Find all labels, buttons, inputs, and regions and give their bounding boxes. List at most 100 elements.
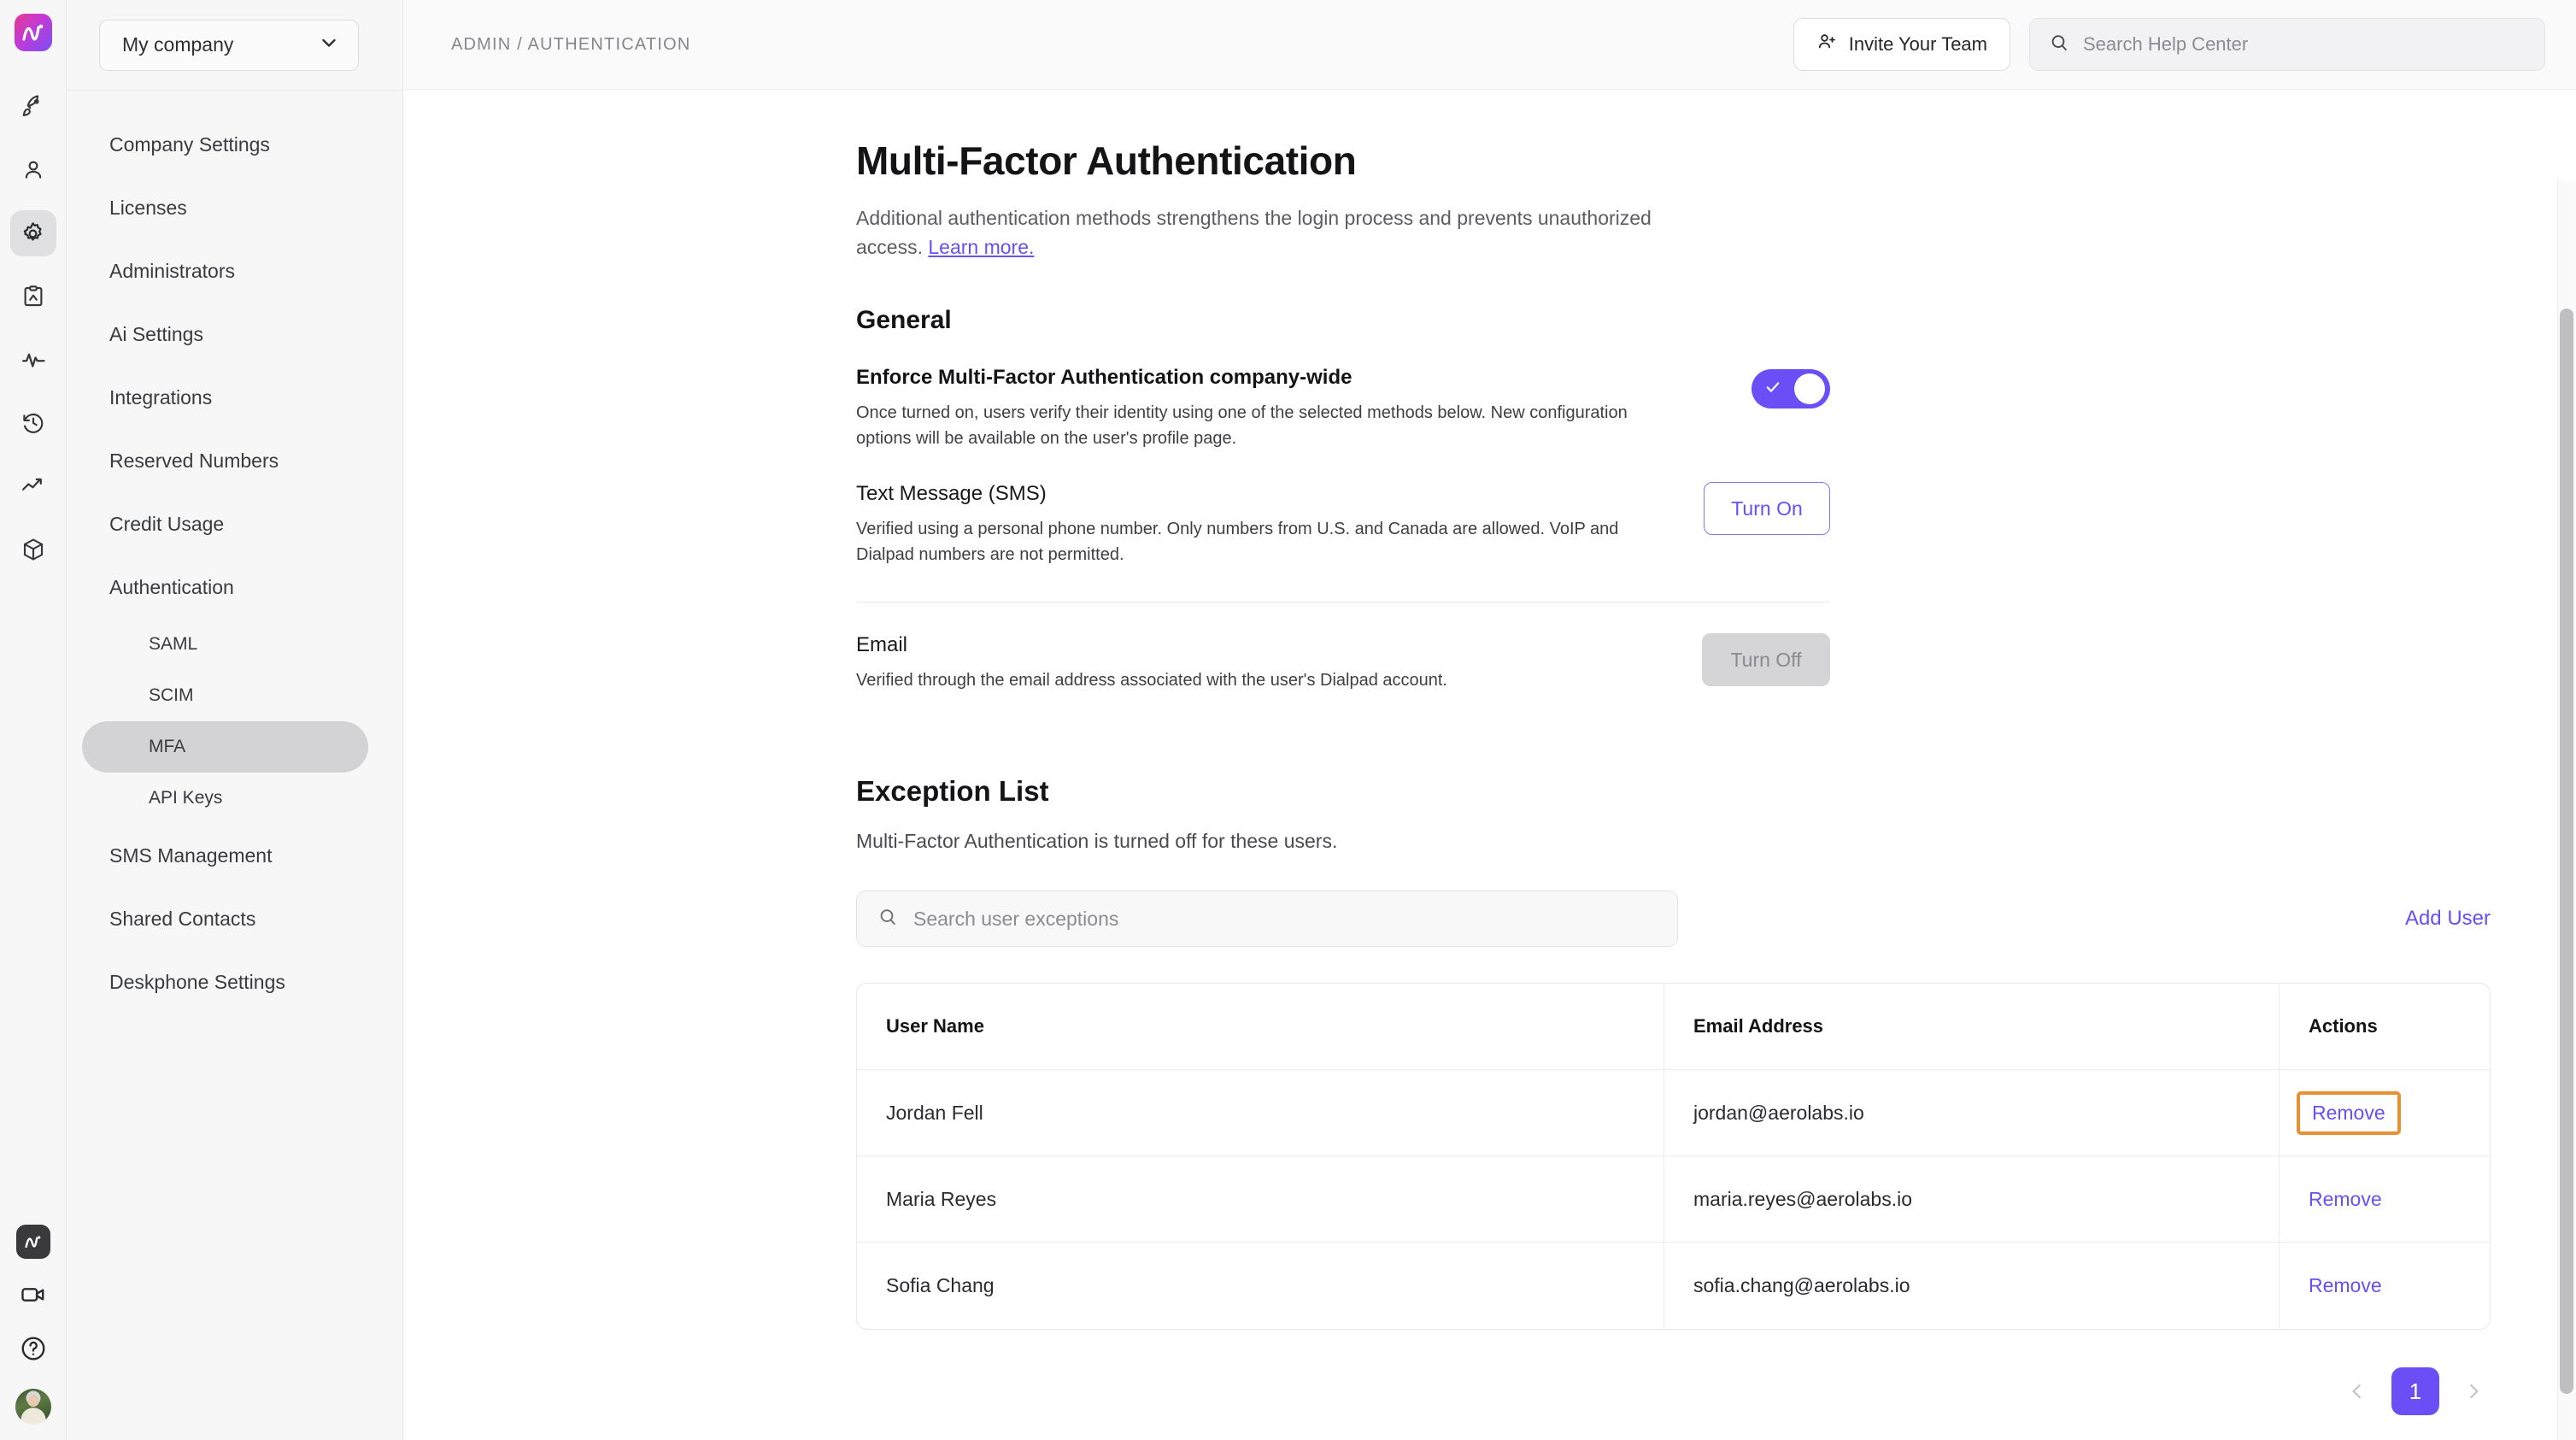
top-bar: ADMIN / AUTHENTICATION Invite Your Team … — [403, 0, 2576, 90]
email-method-label: Email — [856, 633, 908, 657]
rail-bottom-group — [0, 1225, 67, 1425]
history-clock-icon[interactable] — [10, 400, 56, 446]
sidebar-item-label: SAML — [149, 634, 198, 654]
gear-settings-icon[interactable] — [9, 210, 56, 256]
remove-button-wrapper: Remove — [2309, 1274, 2382, 1297]
exception-list-description: Multi-Factor Authentication is turned of… — [856, 830, 1338, 853]
cell-actions: Remove — [2280, 1070, 2490, 1156]
exception-list-header: Exception List Multi-Factor Authenticati… — [856, 775, 2491, 853]
user-name-text: Jordan Fell — [886, 1101, 983, 1124]
table-row: Jordan Fell jordan@aerolabs.io Remove — [857, 1069, 2490, 1157]
user-exception-search-placeholder: Search user exceptions — [913, 907, 1119, 930]
cell-email-address: maria.reyes@aerolabs.io — [1664, 1155, 2280, 1243]
sidebar-item-saml[interactable]: SAML — [67, 619, 402, 670]
remove-button[interactable]: Remove — [2309, 1274, 2382, 1296]
sidebar-item-shared-contacts[interactable]: Shared Contacts — [67, 887, 402, 950]
vertical-scrollbar[interactable] — [2557, 180, 2576, 1440]
person-plus-icon — [1816, 32, 1837, 57]
remove-button-wrapper: Remove — [2309, 1188, 2382, 1211]
clipboard-icon[interactable] — [10, 273, 56, 320]
user-name-text: Maria Reyes — [886, 1187, 997, 1210]
email-method-description: Verified through the email address assoc… — [856, 671, 1447, 691]
app-root: My company Company Settings Licenses Admin… — [0, 0, 2576, 1440]
sidebar-item-label: Shared Contacts — [109, 907, 256, 930]
column-header-actions: Actions — [2309, 1015, 2378, 1037]
sidebar-item-administrators[interactable]: Administrators — [67, 239, 402, 303]
remove-button-highlighted: Remove — [2297, 1090, 2401, 1135]
settings-sidebar: My company Company Settings Licenses Admin… — [67, 0, 403, 1440]
remove-button[interactable]: Remove — [2309, 1188, 2382, 1210]
sidebar-item-label: Deskphone Settings — [109, 970, 285, 993]
page-title: Multi-Factor Authentication — [856, 138, 1357, 183]
sidebar-item-label: MFA — [149, 737, 186, 756]
video-camera-icon[interactable] — [20, 1281, 47, 1313]
exception-list-controls: Search user exceptions Add User — [856, 890, 2491, 948]
box-package-icon[interactable] — [10, 526, 56, 573]
trending-line-icon[interactable] — [10, 463, 56, 509]
cell-actions: Remove — [2280, 1243, 2490, 1329]
sidebar-item-label: API Keys — [149, 788, 223, 808]
sidebar-item-scim[interactable]: SCIM — [67, 670, 402, 721]
company-selector[interactable]: My company — [99, 19, 359, 71]
sidebar-item-sms-management[interactable]: SMS Management — [67, 824, 402, 887]
column-header-email-address: Email Address — [1693, 1015, 1824, 1037]
user-name-text: Sofia Chang — [886, 1274, 995, 1297]
cell-user-name: Maria Reyes — [857, 1155, 1664, 1243]
content-scroll-area: Multi-Factor Authentication Additional a… — [403, 90, 2576, 1440]
contacts-person-icon[interactable] — [10, 147, 56, 193]
sidebar-item-authentication[interactable]: Authentication — [67, 555, 402, 619]
enforce-mfa-toggle[interactable] — [1752, 369, 1830, 409]
check-icon — [1764, 379, 1781, 400]
sidebar-item-label: Administrators — [109, 259, 235, 282]
user-exception-search-input[interactable]: Search user exceptions — [856, 890, 1678, 948]
sidebar-item-reserved-numbers[interactable]: Reserved Numbers — [67, 429, 402, 492]
sidebar-item-ai-settings[interactable]: Ai Settings — [67, 303, 402, 366]
email-address-text: maria.reyes@aerolabs.io — [1693, 1187, 1913, 1210]
cell-user-name: Jordan Fell — [857, 1069, 1664, 1156]
activity-pulse-icon[interactable] — [10, 337, 56, 383]
chevron-left-icon[interactable] — [2340, 1374, 2374, 1408]
sidebar-item-credit-usage[interactable]: Credit Usage — [67, 492, 402, 555]
sidebar-item-label: Reserved Numbers — [109, 449, 279, 472]
chevron-right-icon[interactable] — [2456, 1374, 2491, 1408]
scrollbar-thumb[interactable] — [2560, 309, 2573, 1394]
page-number-1[interactable]: 1 — [2391, 1367, 2439, 1416]
invite-your-team-label: Invite Your Team — [1848, 33, 1987, 55]
topbar-actions: Invite Your Team Search Help Center — [1793, 18, 2545, 71]
table-header-row: User Name Email Address Actions — [857, 984, 2490, 1071]
remove-button[interactable]: Remove — [2312, 1102, 2385, 1124]
sidebar-item-mfa[interactable]: MFA — [82, 721, 368, 773]
sidebar-item-label: Credit Usage — [109, 512, 225, 535]
sms-turn-on-button[interactable]: Turn On — [1704, 482, 1830, 536]
exception-list-title: Exception List — [856, 775, 1049, 808]
sidebar-nav-list: Company Settings Licenses Administrators Ai… — [67, 91, 402, 1014]
help-center-search-placeholder: Search Help Center — [2083, 33, 2249, 55]
sms-method-label: Text Message (SMS) — [856, 482, 1047, 506]
page-content: Multi-Factor Authentication Additional a… — [403, 90, 2576, 1440]
rocket-icon[interactable] — [10, 84, 56, 130]
cell-actions: Remove — [2280, 1156, 2490, 1243]
sidebar-item-deskphone-settings[interactable]: Deskphone Settings — [67, 950, 402, 1014]
add-user-button[interactable]: Add User — [2405, 907, 2491, 931]
help-question-icon[interactable] — [20, 1335, 47, 1367]
sidebar-item-api-keys[interactable]: API Keys — [67, 773, 402, 824]
breadcrumb: ADMIN / AUTHENTICATION — [451, 34, 691, 54]
sidebar-item-label: Authentication — [109, 575, 234, 598]
sidebar-item-licenses[interactable]: Licenses — [67, 176, 402, 239]
company-selector-row: My company — [67, 0, 402, 91]
sms-method-row: Text Message (SMS) Verified using a pers… — [856, 451, 1830, 567]
sidebar-item-company-settings[interactable]: Company Settings — [67, 113, 402, 176]
chevron-down-icon — [319, 32, 339, 57]
email-turn-off-button[interactable]: Turn Off — [1702, 633, 1830, 687]
sidebar-item-integrations[interactable]: Integrations — [67, 366, 402, 429]
ai-assistant-icon[interactable] — [16, 1225, 50, 1259]
cell-user-name: Sofia Chang — [857, 1243, 1664, 1330]
user-avatar[interactable] — [15, 1389, 51, 1425]
learn-more-link[interactable]: Learn more. — [928, 236, 1034, 258]
sidebar-item-label: Ai Settings — [109, 322, 203, 345]
help-center-search[interactable]: Search Help Center — [2029, 18, 2545, 71]
invite-your-team-button[interactable]: Invite Your Team — [1793, 18, 2010, 71]
table-body: Jordan Fell jordan@aerolabs.io Remove Maria… — [857, 1069, 2490, 1330]
ai-logo-gradient-icon[interactable] — [14, 14, 52, 51]
general-section-heading: General — [856, 306, 952, 335]
